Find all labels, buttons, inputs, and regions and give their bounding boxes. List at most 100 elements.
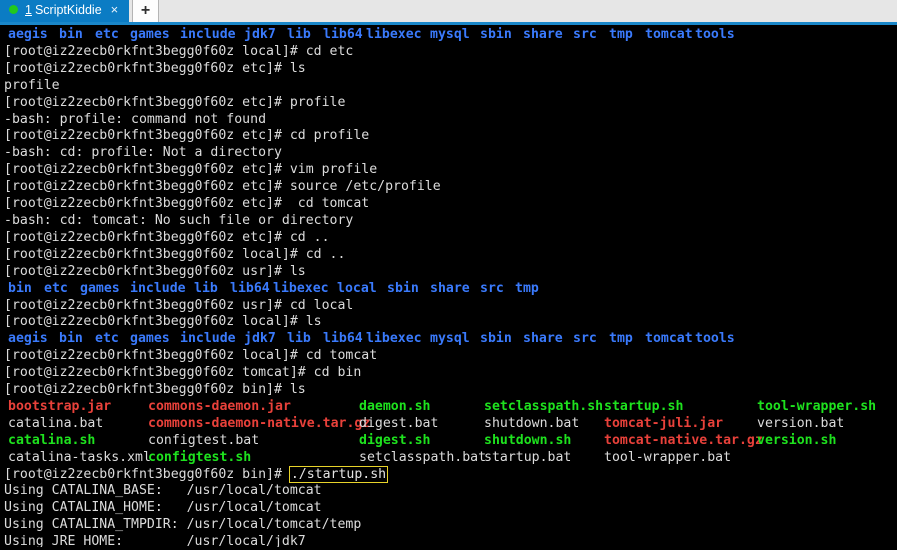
file-entry: games [130, 27, 170, 42]
shell-prompt: [root@iz2zecb0rkfnt3begg0f60z tomcat]# [4, 365, 314, 381]
command-text: cd .. [305, 246, 346, 262]
new-tab-button[interactable]: + [132, 0, 159, 22]
terminal-line: [root@iz2zecb0rkfnt3begg0f60z etc]# vim … [4, 162, 897, 179]
file-entry: digest.sh [359, 432, 431, 448]
file-entry: etc [95, 27, 119, 42]
file-entry: tool-wrapper.bat [604, 449, 732, 465]
file-entry: aegis [8, 331, 48, 347]
terminal-line: Using CATALINA_TMPDIR: /usr/local/tomcat… [4, 517, 897, 534]
file-entry: local [337, 280, 377, 296]
command-text: cd profile [289, 128, 370, 144]
directory-listing-row: aegis bin etc games include jdk7 lib lib64 libex… [4, 331, 897, 348]
shell-prompt: [root@iz2zecb0rkfnt3begg0f60z etc]# [4, 196, 290, 212]
command-text: cd local [289, 297, 354, 313]
shell-prompt: [root@iz2zecb0rkfnt3begg0f60z bin]# [4, 466, 290, 482]
tab-status-dot [9, 5, 18, 14]
file-entry: lib [287, 27, 311, 42]
file-entry: tomcat [645, 331, 693, 347]
command-output-text: -bash: profile: command not found [4, 111, 267, 127]
command-text: ls [289, 263, 306, 279]
file-entry: tomcat [645, 27, 693, 42]
file-entry: lib [194, 280, 218, 296]
shell-prompt: [root@iz2zecb0rkfnt3begg0f60z local]# [4, 348, 306, 364]
browser-tab-scriptkiddie[interactable]: 1 ScriptKiddie × [0, 0, 129, 22]
command-output-text: Using CATALINA_TMPDIR: /usr/local/tomcat… [4, 517, 362, 533]
command-text: ls [289, 60, 306, 76]
file-entry: libexec [273, 280, 329, 296]
command-output-text: Using CATALINA_HOME: /usr/local/tomcat [4, 500, 322, 516]
file-entry: sbin [387, 280, 419, 296]
terminal-line: Using CATALINA_BASE: /usr/local/tomcat [4, 483, 897, 500]
tab-bar: 1 ScriptKiddie × + [0, 0, 897, 25]
file-entry: libexec [366, 27, 422, 42]
close-icon[interactable]: × [111, 3, 119, 16]
directory-listing-row: aegis bin etc games include jdk7 lib lib64 libex… [4, 27, 897, 44]
file-entry: etc [44, 280, 68, 296]
file-entry: bin [8, 280, 32, 296]
file-entry: tmp [609, 331, 633, 347]
command-output-text: Using JRE_HOME: /usr/local/jdk7 [4, 534, 306, 547]
file-entry: sbin [480, 331, 512, 347]
command-text: cd tomcat [289, 196, 370, 212]
highlighted-command[interactable]: ./startup.sh [288, 465, 389, 483]
file-entry: mysql [430, 27, 470, 42]
file-entry: configtest.bat [148, 432, 260, 448]
directory-listing-row: catalina-tasks.xml configtest.sh setclassp… [4, 450, 897, 467]
file-entry: version.sh [757, 432, 837, 448]
terminal-line: [root@iz2zecb0rkfnt3begg0f60z tomcat]# c… [4, 365, 897, 382]
shell-prompt: [root@iz2zecb0rkfnt3begg0f60z local]# [4, 43, 306, 59]
file-entry: catalina-tasks.xml [8, 449, 151, 465]
directory-listing-row: catalina.bat commons-daemon-native.tar.gz… [4, 416, 897, 433]
command-text: vim profile [289, 162, 378, 178]
file-entry: tool-wrapper.sh [757, 398, 877, 414]
terminal-line: [root@iz2zecb0rkfnt3begg0f60z local]# cd… [4, 247, 897, 264]
file-entry: sbin [480, 27, 512, 42]
terminal-line: [root@iz2zecb0rkfnt3begg0f60z etc]# prof… [4, 95, 897, 112]
shell-prompt: [root@iz2zecb0rkfnt3begg0f60z etc]# [4, 162, 290, 178]
file-entry: games [130, 331, 170, 347]
file-entry: jdk7 [244, 331, 276, 347]
file-entry: tomcat-juli.jar [604, 415, 724, 431]
file-entry: games [80, 280, 120, 296]
terminal-line: [root@iz2zecb0rkfnt3begg0f60z etc]# cd .… [4, 230, 897, 247]
file-entry: tmp [609, 27, 633, 42]
terminal-line: [root@iz2zecb0rkfnt3begg0f60z etc]# ls [4, 61, 897, 78]
file-entry: src [573, 331, 597, 347]
file-entry: lib64 [230, 280, 270, 296]
command-output-text: profile [4, 77, 60, 93]
file-entry: include [180, 27, 236, 42]
shell-prompt: [root@iz2zecb0rkfnt3begg0f60z etc]# [4, 94, 290, 110]
terminal-output[interactable]: aegis bin etc games include jdk7 lib lib64 libex… [0, 25, 897, 547]
command-text: profile [289, 94, 346, 110]
file-entry: setclasspath.sh [484, 398, 604, 414]
shell-prompt: [root@iz2zecb0rkfnt3begg0f60z etc]# [4, 60, 290, 76]
shell-prompt: [root@iz2zecb0rkfnt3begg0f60z etc]# [4, 128, 290, 144]
terminal-line: [root@iz2zecb0rkfnt3begg0f60z local]# cd… [4, 44, 897, 61]
file-entry: include [180, 331, 236, 347]
terminal-line: [root@iz2zecb0rkfnt3begg0f60z usr]# cd l… [4, 298, 897, 315]
file-entry: configtest.sh [148, 449, 252, 465]
file-entry: shutdown.sh [484, 432, 572, 448]
file-entry: commons-daemon-native.tar.gz [148, 415, 371, 431]
file-entry: catalina.bat [8, 415, 104, 431]
terminal-line: Using CATALINA_HOME: /usr/local/tomcat [4, 500, 897, 517]
file-entry: daemon.sh [359, 398, 431, 414]
shell-prompt: [root@iz2zecb0rkfnt3begg0f60z etc]# [4, 229, 290, 245]
terminal-line: profile [4, 78, 897, 95]
file-entry: lib [287, 331, 311, 347]
tab-title: ScriptKiddie [34, 2, 102, 17]
terminal-line: -bash: cd: profile: Not a directory [4, 145, 897, 162]
file-entry: mysql [430, 331, 470, 347]
terminal-line: [root@iz2zecb0rkfnt3begg0f60z local]# cd… [4, 348, 897, 365]
terminal-line: -bash: cd: tomcat: No such file or direc… [4, 213, 897, 230]
command-text: cd tomcat [305, 348, 378, 364]
file-entry: include [130, 280, 186, 296]
directory-listing-row: catalina.sh configtest.bat digest.sh shutdo… [4, 433, 897, 450]
terminal-line: -bash: profile: command not found [4, 112, 897, 129]
file-entry: share [430, 280, 470, 296]
file-entry: aegis [8, 27, 48, 42]
shell-prompt: [root@iz2zecb0rkfnt3begg0f60z etc]# [4, 179, 290, 195]
file-entry: etc [95, 331, 119, 347]
terminal-line: [root@iz2zecb0rkfnt3begg0f60z local]# ls [4, 314, 897, 331]
file-entry: share [523, 27, 563, 42]
